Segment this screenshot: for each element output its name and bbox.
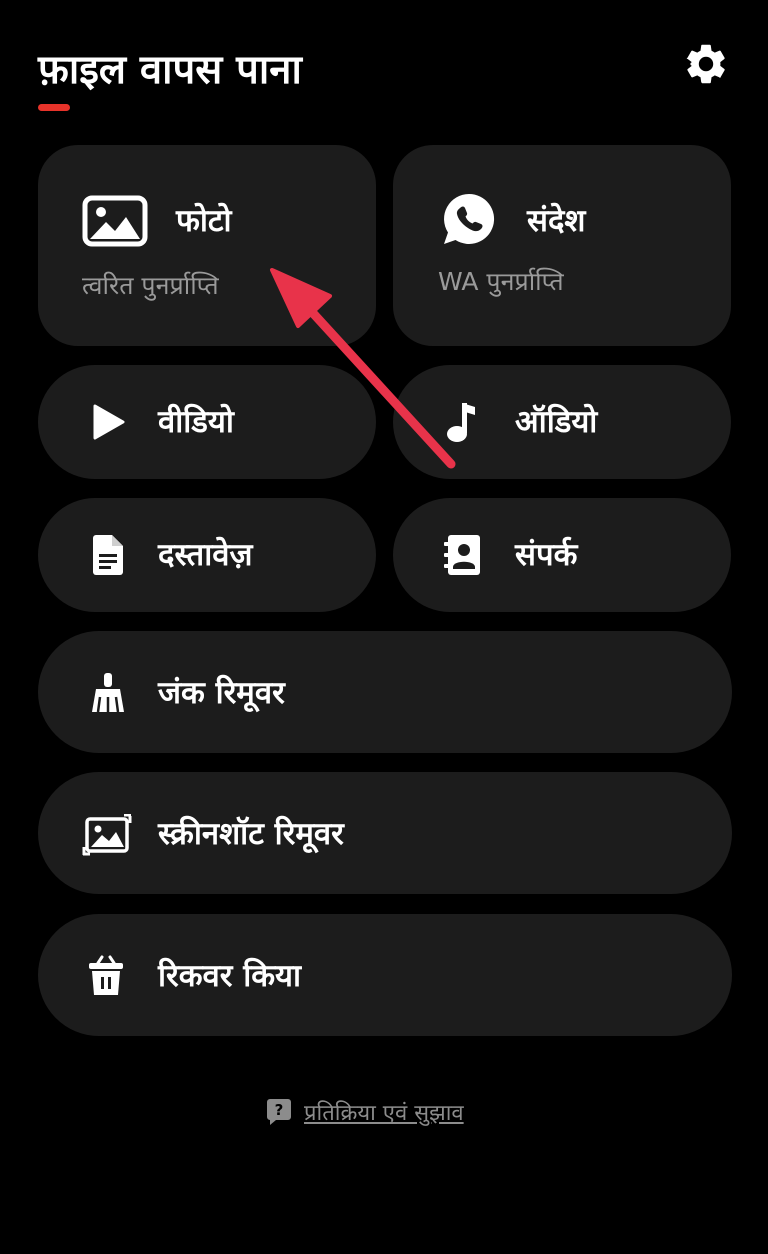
contacts-recovery-button[interactable]: संपर्क xyxy=(393,498,731,612)
main-screen: फ़ाइल वापस पाना फोटो त्वरित पुनर्प्राप्त… xyxy=(0,0,768,1254)
broom-icon xyxy=(88,672,128,718)
screenshot-image-icon xyxy=(82,813,132,860)
junk-remover-button[interactable]: जंक रिमूवर xyxy=(38,631,732,753)
video-recovery-button[interactable]: वीडियो xyxy=(38,365,376,479)
audio-recovery-button[interactable]: ऑडियो xyxy=(393,365,731,479)
gear-icon xyxy=(686,44,725,84)
photo-sublabel: त्वरित पुनर्प्राप्ति xyxy=(82,271,219,300)
documents-recovery-button[interactable]: दस्तावेज़ xyxy=(38,498,376,612)
page-title: फ़ाइल वापस पाना xyxy=(38,47,302,93)
music-note-icon xyxy=(445,401,479,447)
settings-button[interactable] xyxy=(682,40,730,88)
message-recovery-card[interactable]: संदेश WA पुनर्प्राप्ति xyxy=(393,145,731,346)
help-chat-icon: ? xyxy=(267,1099,291,1125)
whatsapp-icon xyxy=(441,191,497,251)
contact-book-icon xyxy=(442,533,482,581)
photo-label: फोटो xyxy=(176,203,232,239)
contacts-label: संपर्क xyxy=(515,537,578,573)
feedback-link[interactable]: ? प्रतिक्रिया एवं सुझाव xyxy=(264,1094,464,1130)
svg-text:?: ? xyxy=(275,1101,284,1119)
junk-remover-label: जंक रिमूवर xyxy=(158,675,285,711)
screenshot-remover-label: स्क्रीनशॉट रिमूवर xyxy=(158,816,344,852)
screenshot-remover-button[interactable]: स्क्रीनशॉट रिमूवर xyxy=(38,772,732,894)
photo-recovery-card[interactable]: फोटो त्वरित पुनर्प्राप्ति xyxy=(38,145,376,346)
trash-restore-icon xyxy=(88,955,124,1001)
messages-label: संदेश xyxy=(527,203,586,239)
image-icon xyxy=(82,195,148,251)
recovered-files-button[interactable]: रिकवर किया xyxy=(38,914,732,1036)
play-icon xyxy=(91,404,125,444)
messages-sublabel: WA पुनर्प्राप्ति xyxy=(438,267,564,296)
recovered-label: रिकवर किया xyxy=(158,958,302,994)
video-label: वीडियो xyxy=(158,404,234,440)
audio-label: ऑडियो xyxy=(515,404,598,440)
title-accent-underline xyxy=(38,104,70,111)
documents-label: दस्तावेज़ xyxy=(158,537,253,573)
document-icon xyxy=(90,534,124,580)
feedback-text: प्रतिक्रिया एवं सुझाव xyxy=(304,1101,464,1126)
